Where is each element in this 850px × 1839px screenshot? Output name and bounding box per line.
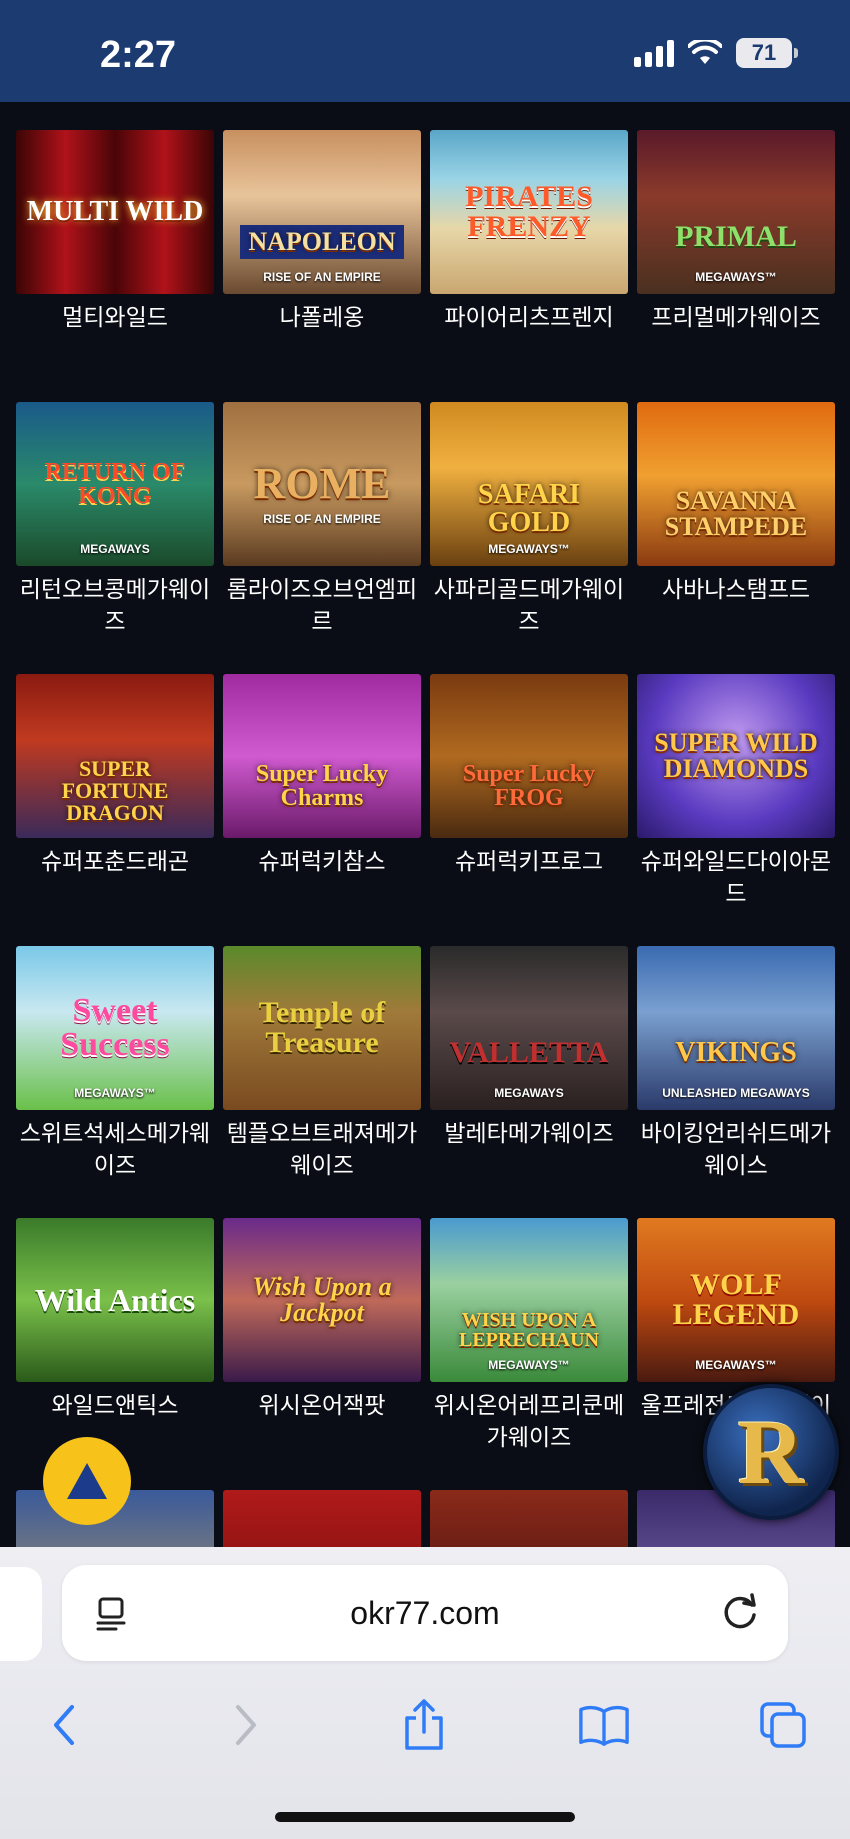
game-thumbnail[interactable]: SAVANNA STAMPEDE (637, 402, 835, 566)
game-thumbnail[interactable]: Super Lucky Charms (223, 674, 421, 838)
game-tile[interactable]: SUPER WILD DIAMONDS 슈퍼와일드다이아몬드 (637, 674, 835, 910)
game-tile[interactable] (223, 1490, 421, 1547)
badge-letter: R (737, 1401, 805, 1503)
game-tile[interactable]: Super Lucky FROG 슈퍼럭키프로그 (430, 674, 628, 878)
browser-toolbar (0, 1675, 850, 1765)
game-thumbnail[interactable]: WOLF LEGEND MEGAWAYS™ (637, 1218, 835, 1382)
url-text[interactable]: okr77.com (62, 1595, 788, 1632)
game-thumbnail[interactable] (430, 1490, 628, 1547)
game-tile[interactable]: ROME RISE OF AN EMPIRE 롬라이즈오브언엠피르 (223, 402, 421, 638)
previous-tab-peek[interactable] (0, 1567, 42, 1661)
battery-icon: 71 (736, 38, 798, 68)
game-title: 파이어리츠프렌지 (444, 305, 614, 331)
game-title: 위시온어잭팟 (258, 1393, 386, 1419)
game-title: 롬라이즈오브언엠피르 (226, 577, 418, 635)
game-tile[interactable] (430, 1490, 628, 1547)
game-tile[interactable]: Wish Upon a Jackpot 위시온어잭팟 (223, 1218, 421, 1422)
game-thumbnail[interactable]: SAFARI GOLD MEGAWAYS™ (430, 402, 628, 566)
game-tile[interactable]: SAFARI GOLD MEGAWAYS™ 사파리골드메가웨이즈 (430, 402, 628, 638)
tabs-icon (760, 1702, 806, 1748)
game-title: 와일드앤틱스 (51, 1393, 179, 1419)
game-tile[interactable]: Sweet Success MEGAWAYS™ 스위트석세스메가웨이즈 (16, 946, 214, 1182)
game-tile[interactable]: RETURN OF KONG MEGAWAYS 리턴오브콩메가웨이즈 (16, 402, 214, 638)
game-tile[interactable]: Super Lucky Charms 슈퍼럭키참스 (223, 674, 421, 878)
tabs-button[interactable] (758, 1699, 810, 1751)
browser-chrome: okr77.com (0, 1547, 850, 1839)
game-grid: MULTI WILD 멀티와일드 NAPOLEON RISE OF AN EMP… (0, 102, 850, 1547)
game-title: 스위트석세스메가웨이즈 (19, 1121, 211, 1179)
game-tile[interactable]: VALLETTA MEGAWAYS 발레타메가웨이즈 (430, 946, 628, 1150)
cellular-signal-icon (634, 39, 674, 67)
game-title: 슈퍼포춘드래곤 (40, 849, 190, 875)
arrow-up-icon (67, 1463, 107, 1499)
scroll-to-top-button[interactable] (43, 1437, 131, 1525)
game-title: 발레타메가웨이즈 (444, 1121, 614, 1147)
game-tile[interactable]: PIRATES FRENZY 파이어리츠프렌지 (430, 130, 628, 334)
status-time: 2:27 (100, 34, 177, 76)
game-title: 나폴레옹 (279, 305, 365, 331)
game-thumbnail[interactable]: VIKINGS UNLEASHED MEGAWAYS (637, 946, 835, 1110)
game-thumbnail[interactable]: PIRATES FRENZY (430, 130, 628, 294)
game-thumbnail[interactable]: WISH UPON A LEPRECHAUN MEGAWAYS™ (430, 1218, 628, 1382)
game-tile[interactable]: NAPOLEON RISE OF AN EMPIRE 나폴레옹 (223, 130, 421, 334)
game-title: 위시온어레프리쿤메가웨이즈 (433, 1393, 625, 1451)
game-thumbnail[interactable]: SUPER WILD DIAMONDS (637, 674, 835, 838)
game-thumbnail[interactable]: MULTI WILD (16, 130, 214, 294)
game-thumbnail[interactable]: Super Lucky FROG (430, 674, 628, 838)
game-thumbnail[interactable]: PRIMAL MEGAWAYS™ (637, 130, 835, 294)
reload-icon[interactable] (722, 1593, 760, 1633)
game-tile[interactable]: MULTI WILD 멀티와일드 (16, 130, 214, 334)
game-tile[interactable]: Wild Antics 와일드앤틱스 (16, 1218, 214, 1422)
game-tile[interactable]: WISH UPON A LEPRECHAUN MEGAWAYS™ 위시온어레프리… (430, 1218, 628, 1454)
game-thumbnail[interactable]: Temple of Treasure (223, 946, 421, 1110)
game-thumbnail[interactable]: Wild Antics (16, 1218, 214, 1382)
game-thumbnail[interactable]: NAPOLEON RISE OF AN EMPIRE (223, 130, 421, 294)
forward-button[interactable] (220, 1699, 272, 1751)
site-logo-badge[interactable]: R (703, 1384, 839, 1520)
game-title: 사파리골드메가웨이즈 (433, 577, 625, 635)
back-button[interactable] (38, 1699, 90, 1751)
game-thumbnail[interactable] (223, 1490, 421, 1547)
address-bar[interactable]: okr77.com (62, 1565, 788, 1661)
home-indicator[interactable] (275, 1812, 575, 1822)
game-thumbnail[interactable]: VALLETTA MEGAWAYS (430, 946, 628, 1110)
chevron-right-icon (236, 1705, 256, 1745)
game-title: 리턴오브콩메가웨이즈 (19, 577, 211, 635)
book-icon (579, 1705, 629, 1746)
game-title: 슈퍼럭키프로그 (454, 849, 604, 875)
game-title: 바이킹언리쉬드메가웨이스 (640, 1121, 832, 1179)
game-thumbnail[interactable]: SUPER FORTUNE DRAGON (16, 674, 214, 838)
bookmarks-button[interactable] (578, 1699, 630, 1751)
game-tile[interactable]: SAVANNA STAMPEDE 사바나스탬프드 (637, 402, 835, 606)
game-thumbnail[interactable]: Sweet Success MEGAWAYS™ (16, 946, 214, 1110)
game-thumbnail[interactable]: ROME RISE OF AN EMPIRE (223, 402, 421, 566)
game-title: 템플오브트래져메가웨이즈 (226, 1121, 418, 1179)
game-title: 프리멀메가웨이즈 (651, 305, 821, 331)
game-tile[interactable]: Temple of Treasure 템플오브트래져메가웨이즈 (223, 946, 421, 1182)
game-title: 사바나스탬프드 (661, 577, 811, 603)
game-thumbnail[interactable]: RETURN OF KONG MEGAWAYS (16, 402, 214, 566)
game-thumbnail[interactable]: Wish Upon a Jackpot (223, 1218, 421, 1382)
share-icon (405, 1699, 443, 1750)
chevron-left-icon (54, 1705, 74, 1745)
status-bar: 2:27 71 (0, 0, 850, 102)
game-tile[interactable]: PRIMAL MEGAWAYS™ 프리멀메가웨이즈 (637, 130, 835, 334)
game-tile[interactable]: SUPER FORTUNE DRAGON 슈퍼포춘드래곤 (16, 674, 214, 878)
game-title: 슈퍼와일드다이아몬드 (640, 849, 832, 907)
game-title: 멀티와일드 (62, 305, 168, 331)
game-title: 슈퍼럭키참스 (258, 849, 386, 875)
share-button[interactable] (398, 1699, 450, 1751)
game-tile[interactable]: VIKINGS UNLEASHED MEGAWAYS 바이킹언리쉬드메가웨이스 (637, 946, 835, 1182)
wifi-icon (688, 40, 722, 64)
